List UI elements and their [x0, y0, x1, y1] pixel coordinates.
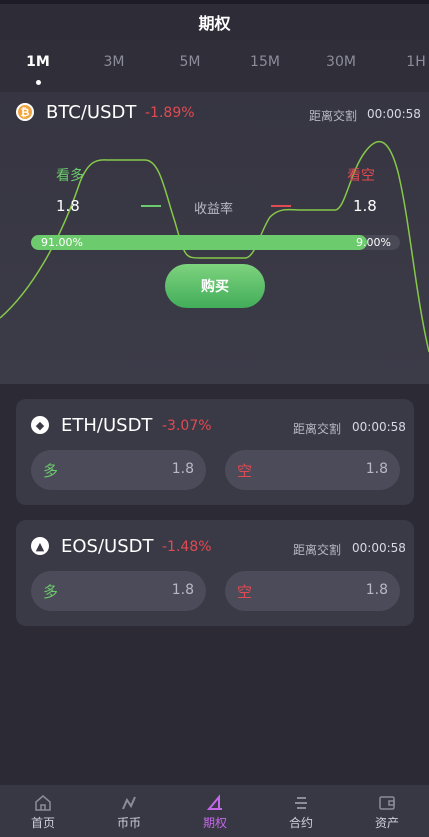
long-rate: 1.8 — [171, 461, 194, 477]
active-tab-indicator — [36, 80, 41, 85]
buy-button[interactable]: 购买 — [165, 264, 265, 308]
countdown-label: 距离交割 — [309, 109, 358, 123]
bearish-marker — [271, 205, 291, 207]
tab-30m[interactable]: 30M — [311, 54, 371, 70]
pair-change: -1.48% — [162, 539, 212, 555]
bullish-rate: 1.8 — [56, 197, 80, 215]
tab-1h[interactable]: 1H — [386, 54, 429, 70]
long-label: 多 — [43, 462, 59, 480]
long-button[interactable]: 多 1.8 — [31, 571, 206, 611]
page-title: 期权 — [198, 14, 231, 33]
countdown-time: 00:00:58 — [352, 541, 406, 555]
home-icon — [35, 795, 51, 811]
bearish-label[interactable]: 看空 — [347, 165, 375, 185]
short-rate: 1.8 — [365, 461, 388, 477]
countdown-label: 距离交割 — [293, 543, 342, 557]
tab-3m[interactable]: 3M — [84, 54, 144, 70]
bearish-rate: 1.8 — [353, 197, 377, 215]
tab-15m[interactable]: 15M — [235, 54, 295, 70]
coin-trade-icon — [122, 796, 136, 810]
tabbar-label: 首页 — [30, 816, 55, 830]
tab-1m[interactable]: 1M — [8, 54, 68, 70]
countdown-time: 00:00:58 — [352, 420, 406, 434]
tabbar-item-home[interactable]: 首页 — [0, 785, 86, 837]
short-label: 空 — [237, 583, 253, 601]
tabbar-item-contract[interactable]: 合约 — [258, 785, 344, 837]
short-button[interactable]: 空 1.8 — [225, 571, 400, 611]
tabbar-item-assets[interactable]: 资产 — [344, 785, 429, 837]
pair-name: EOS/USDT — [61, 536, 154, 557]
eth-icon: ◆ — [31, 416, 49, 434]
contract-icon — [295, 797, 307, 809]
short-button[interactable]: 空 1.8 — [225, 450, 400, 490]
pair-name: BTC/USDT — [46, 102, 137, 123]
btc-icon: ₿ — [16, 103, 34, 121]
pair-change: -3.07% — [162, 418, 212, 434]
bearish-percent: 9.00% — [356, 236, 391, 249]
tabbar-item-options[interactable]: 期权 — [172, 785, 258, 837]
long-button[interactable]: 多 1.8 — [31, 450, 206, 490]
countdown-label: 距离交割 — [293, 422, 342, 436]
tabbar-label: 期权 — [202, 816, 227, 830]
wallet-icon — [379, 796, 395, 810]
return-rate-label: 收益率 — [194, 202, 234, 217]
btc-option-panel: ₿ BTC/USDT -1.89% 距离交割 00:00:58 看多 看空 1.… — [0, 92, 429, 384]
short-label: 空 — [237, 462, 253, 480]
page-header: 期权 — [0, 4, 429, 40]
pair-change: -1.89% — [145, 105, 195, 121]
tab-5m[interactable]: 5M — [160, 54, 220, 70]
pair-name: ETH/USDT — [61, 415, 153, 436]
bullish-label[interactable]: 看多 — [56, 165, 84, 185]
sentiment-bar — [31, 235, 400, 250]
tabbar-item-coin-trade[interactable]: 币币 — [86, 785, 172, 837]
long-rate: 1.8 — [171, 582, 194, 598]
short-rate: 1.8 — [365, 582, 388, 598]
period-tabs: 1M 3M 5M 15M 30M 1H — [0, 40, 429, 92]
options-icon — [206, 794, 222, 810]
tabbar-label: 币币 — [116, 816, 141, 830]
bullish-marker — [141, 205, 161, 207]
countdown-time: 00:00:58 — [367, 107, 421, 121]
tabbar-label: 资产 — [374, 816, 399, 830]
bottom-tab-bar: 首页 币币 期权 合约 资产 — [0, 785, 429, 837]
tabbar-label: 合约 — [288, 816, 313, 830]
long-label: 多 — [43, 583, 59, 601]
eos-icon: ▲ — [31, 537, 49, 555]
eos-option-card[interactable]: ▲ EOS/USDT -1.48% 距离交割 00:00:58 多 1.8 空 … — [16, 520, 414, 626]
bullish-percent: 91.00% — [41, 236, 83, 249]
eth-option-card[interactable]: ◆ ETH/USDT -3.07% 距离交割 00:00:58 多 1.8 空 … — [16, 399, 414, 505]
